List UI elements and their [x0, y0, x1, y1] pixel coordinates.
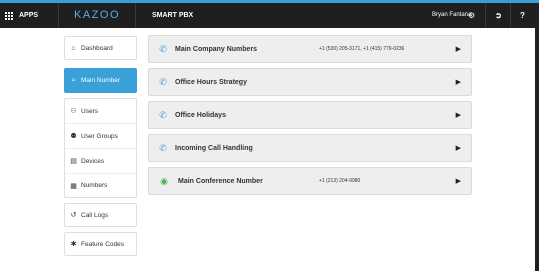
- row-label: Incoming Call Handling: [175, 144, 253, 152]
- navbar-divider: [485, 3, 486, 28]
- sidebar-item-devices[interactable]: ▤ Devices: [64, 148, 137, 173]
- app-title: SMART PBX: [152, 12, 194, 19]
- sidebar-item-label: Numbers: [81, 182, 108, 189]
- logout-icon[interactable]: ➲: [495, 3, 502, 28]
- navbar-divider: [135, 3, 136, 28]
- sidebar-item-user-groups[interactable]: ⚉ User Groups: [64, 123, 137, 148]
- phone-icon: ✆: [159, 109, 167, 120]
- sidebar-item-label: Main Number: [81, 77, 121, 84]
- navbar-divider: [58, 3, 59, 28]
- signal-icon: ≈: [71, 77, 76, 84]
- expand-arrow-icon[interactable]: ▶: [456, 78, 461, 86]
- sidebar-item-feature-codes[interactable]: ✱ Feature Codes: [64, 232, 137, 256]
- apps-menu-button[interactable]: APPS: [5, 3, 38, 28]
- sidebar-item-dashboard[interactable]: ⌂ Dashboard: [64, 36, 137, 60]
- users-icon: ⚇: [70, 108, 77, 115]
- user-name[interactable]: Bryan Fantana: [432, 3, 471, 28]
- conference-chat-icon: ◉: [160, 175, 168, 186]
- expand-arrow-icon[interactable]: ▶: [456, 177, 461, 185]
- phone-icon: ✆: [159, 142, 167, 153]
- expand-arrow-icon[interactable]: ▶: [456, 45, 461, 53]
- numbers-grid-icon: ▦: [70, 182, 77, 190]
- row-label: Office Holidays: [175, 111, 226, 119]
- sidebar-item-call-logs[interactable]: ↺ Call Logs: [64, 203, 137, 227]
- sidebar-item-label: Call Logs: [81, 211, 109, 219]
- group-icon: ⚉: [70, 133, 77, 140]
- phone-icon: ✆: [159, 43, 167, 54]
- sidebar-item-label: User Groups: [81, 132, 118, 140]
- gear-icon[interactable]: ⚙: [468, 3, 475, 28]
- main-company-numbers-row[interactable]: ✆ Main Company Numbers +1 (530) 205-3171…: [148, 35, 472, 63]
- sidebar-item-label: Feature Codes: [81, 240, 124, 248]
- sidebar-item-label: Users: [81, 107, 98, 115]
- phone-icon: ✆: [159, 76, 167, 87]
- sidebar-item-numbers[interactable]: ▦ Numbers: [64, 173, 137, 198]
- apps-label: APPS: [19, 12, 39, 19]
- devices-icon: ▤: [70, 158, 77, 165]
- row-label: Main Company Numbers: [175, 45, 258, 53]
- office-hours-strategy-row[interactable]: ✆ Office Hours Strategy ▶: [148, 68, 472, 96]
- sidebar-item-label: Dashboard: [81, 44, 113, 52]
- row-label: Office Hours Strategy: [175, 78, 247, 86]
- top-navbar: APPS KAZOO SMART PBX Bryan Fantana ⚙ ➲ ?: [0, 3, 539, 28]
- help-icon[interactable]: ?: [520, 3, 525, 28]
- office-holidays-row[interactable]: ✆ Office Holidays ▶: [148, 101, 472, 129]
- expand-arrow-icon[interactable]: ▶: [456, 144, 461, 152]
- apps-grid-icon: [5, 11, 13, 20]
- sidebar-item-label: Devices: [81, 157, 105, 165]
- call-log-icon: ↺: [70, 212, 77, 219]
- main-conference-number-row[interactable]: ◉ Main Conference Number +1 (213) 204-99…: [148, 167, 472, 195]
- row-value: +1 (213) 204-9980: [319, 178, 361, 184]
- incoming-call-handling-row[interactable]: ✆ Incoming Call Handling ▶: [148, 134, 472, 162]
- row-value: +1 (530) 205-3171, +1 (415) 779-0236: [319, 46, 405, 52]
- home-icon: ⌂: [71, 44, 76, 52]
- row-label: Main Conference Number: [178, 177, 263, 185]
- sidebar-item-users[interactable]: ⚇ Users: [64, 98, 137, 123]
- navbar-divider: [510, 3, 511, 28]
- expand-arrow-icon[interactable]: ▶: [456, 111, 461, 119]
- asterisk-icon: ✱: [70, 241, 77, 248]
- window-right-edge: [535, 28, 539, 271]
- kazoo-logo[interactable]: KAZOO: [74, 3, 120, 28]
- sidebar-item-main-number[interactable]: ≈ Main Number: [64, 68, 137, 93]
